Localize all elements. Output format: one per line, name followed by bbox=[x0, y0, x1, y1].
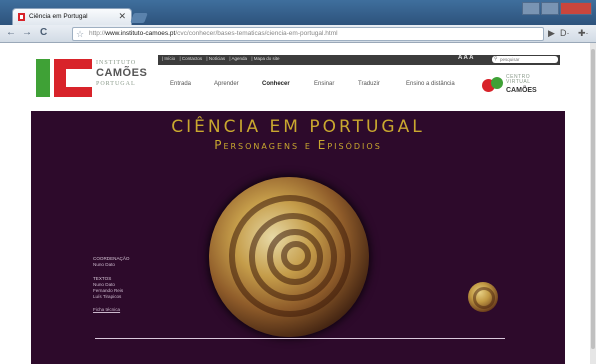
link-agenda[interactable]: | Agenda bbox=[229, 56, 247, 61]
divider-line bbox=[95, 338, 505, 339]
main-nav: Entrada Aprender Conhecer Ensinar Traduz… bbox=[158, 81, 488, 91]
forward-icon[interactable]: → bbox=[22, 27, 32, 39]
wrench-menu-icon[interactable]: ✚· bbox=[578, 28, 589, 39]
page-title: CIÊNCIA EM PORTUGAL bbox=[171, 117, 425, 137]
credits-block: COORDENAÇÃO Nuno Dato TEXTOS Nuno Dato F… bbox=[93, 256, 130, 313]
font-size-controls[interactable]: A A A bbox=[458, 55, 473, 61]
url-text: http://www.instituto-camoes.pt/cvc/conhe… bbox=[89, 30, 338, 37]
nav-ensino-a-distancia[interactable]: Ensino a distância bbox=[406, 81, 455, 87]
page-viewport: INSTITUTO CAMÕES PORTUGAL | Início | Con… bbox=[0, 43, 590, 364]
cvc-green-circle bbox=[491, 77, 503, 89]
nav-ensinar[interactable]: Ensinar bbox=[314, 81, 334, 87]
address-bar[interactable]: ☆ http://www.instituto-camoes.pt/cvc/con… bbox=[72, 27, 544, 41]
cvc-text-top: CENTRO VIRTUAL bbox=[506, 74, 531, 85]
search-input[interactable] bbox=[500, 56, 555, 63]
logo-line1: INSTITUTO bbox=[96, 60, 137, 66]
browser-tab[interactable]: Ciência em Portugal ✕ bbox=[12, 8, 132, 26]
content-banner: CIÊNCIA EM PORTUGAL Personagens e Episód… bbox=[31, 111, 565, 364]
tab-close-icon[interactable]: ✕ bbox=[118, 11, 126, 22]
link-mapa-do-site[interactable]: | Mapa do site bbox=[251, 56, 279, 61]
go-icon[interactable]: ▶ bbox=[548, 28, 555, 39]
utility-bar: | Início | Contactos | Notícias | Agenda… bbox=[158, 55, 560, 65]
logo-i-shape bbox=[36, 59, 50, 97]
instituto-camoes-logo[interactable]: INSTITUTO CAMÕES PORTUGAL bbox=[36, 57, 154, 101]
favicon-icon bbox=[18, 13, 25, 21]
ficha-tecnica-link[interactable]: Ficha técnica bbox=[93, 307, 130, 313]
browser-toolbar: ← → C ☆ http://www.instituto-camoes.pt/c… bbox=[0, 25, 596, 43]
link-inicio[interactable]: | Início bbox=[162, 56, 175, 61]
nav-aprender[interactable]: Aprender bbox=[214, 81, 239, 87]
small-sphere-button[interactable] bbox=[468, 282, 498, 312]
page-menu-icon[interactable]: D· bbox=[560, 28, 570, 38]
scrollbar-thumb[interactable] bbox=[591, 49, 595, 349]
vertical-scrollbar[interactable] bbox=[590, 43, 596, 364]
link-noticias[interactable]: | Notícias bbox=[206, 56, 225, 61]
window-controls bbox=[521, 2, 592, 15]
search-box[interactable]: ⚲ bbox=[492, 56, 558, 63]
new-tab-button[interactable] bbox=[130, 13, 148, 23]
browser-window: Ciência em Portugal ✕ ← → C ☆ http://www… bbox=[0, 0, 596, 364]
back-icon[interactable]: ← bbox=[6, 27, 16, 39]
search-icon: ⚲ bbox=[494, 56, 498, 62]
close-window-button[interactable] bbox=[560, 2, 592, 15]
utility-links: | Início | Contactos | Notícias | Agenda… bbox=[162, 56, 283, 61]
tab-title: Ciência em Portugal bbox=[29, 13, 88, 20]
bookmark-star-icon[interactable]: ☆ bbox=[76, 28, 84, 40]
reload-icon[interactable]: C bbox=[40, 27, 47, 39]
link-contactos[interactable]: | Contactos bbox=[179, 56, 202, 61]
spiral-sphere-image bbox=[209, 177, 369, 337]
author-name: Luís Tirapicos bbox=[93, 294, 122, 299]
minimize-button[interactable] bbox=[522, 2, 540, 15]
nav-conhecer[interactable]: Conhecer bbox=[262, 81, 290, 87]
nav-entrada[interactable]: Entrada bbox=[170, 81, 191, 87]
maximize-button[interactable] bbox=[541, 2, 559, 15]
page-subtitle: Personagens e Episódios bbox=[214, 138, 382, 152]
nav-traduzir[interactable]: Traduzir bbox=[358, 81, 380, 87]
logo-c-shape bbox=[54, 59, 96, 97]
cvc-text-camoes: CAMÕES bbox=[506, 87, 537, 94]
logo-line2: CAMÕES bbox=[96, 67, 148, 79]
logo-line3: PORTUGAL bbox=[96, 81, 136, 87]
centro-virtual-camoes-logo[interactable]: CENTRO VIRTUAL CAMÕES bbox=[482, 75, 562, 97]
